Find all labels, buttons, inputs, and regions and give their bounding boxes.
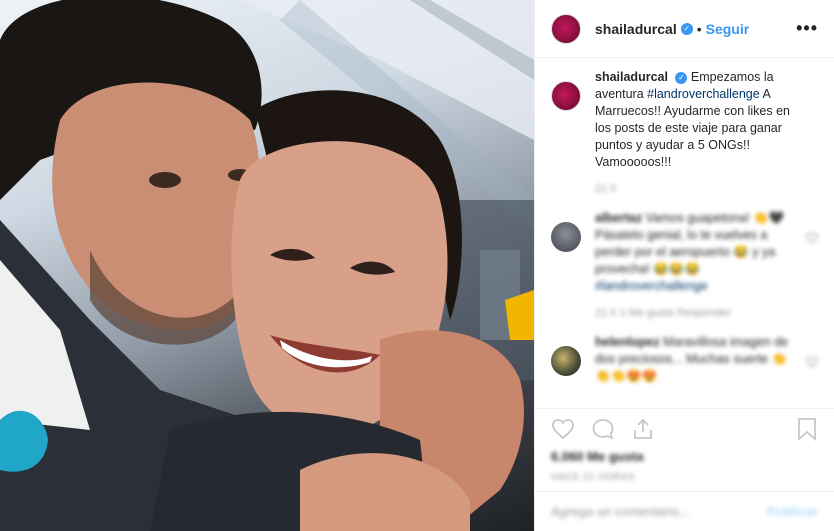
comment-like-icon[interactable]	[806, 356, 818, 368]
post-actions: 6.060 Me gusta HACE 21 HORAS	[535, 408, 834, 483]
action-icons	[551, 409, 818, 449]
comment-item: helenlopez Maravillosa imagen de dos pre…	[551, 334, 818, 385]
comment-hashtag[interactable]: #landroverchallenge	[595, 278, 795, 295]
comment-meta: 21 h 1 Me gusta Responder	[595, 307, 731, 319]
comment-item: albertaz Vamos guapetona! 👏🖤 Pásatelo ge…	[551, 210, 818, 322]
caption: shailadurcal ✓ Empezamos la aventura #la…	[551, 69, 818, 198]
comments-list[interactable]: shailadurcal ✓ Empezamos la aventura #la…	[535, 69, 834, 409]
share-icon[interactable]	[631, 417, 655, 441]
verified-badge-icon: ✓	[675, 71, 688, 84]
comment-input[interactable]	[551, 504, 767, 519]
comment-avatar[interactable]	[551, 346, 581, 376]
post-details-panel: shailadurcal ✓ • Seguir ••• shailadurcal…	[534, 0, 834, 531]
caption-username[interactable]: shailadurcal	[595, 70, 668, 84]
header-username[interactable]: shailadurcal	[595, 21, 677, 37]
profile-avatar[interactable]	[551, 13, 581, 44]
bookmark-icon[interactable]	[796, 417, 818, 441]
more-options-icon[interactable]: •••	[796, 18, 818, 39]
like-icon[interactable]	[551, 417, 575, 441]
comment-icon[interactable]	[591, 417, 615, 441]
verified-badge-icon: ✓	[680, 22, 693, 35]
post-header: shailadurcal ✓ • Seguir •••	[535, 0, 834, 58]
comment-username[interactable]: albertaz	[595, 211, 642, 225]
comment-avatar[interactable]	[551, 222, 581, 252]
comment-like-icon[interactable]	[806, 232, 818, 244]
likes-count[interactable]: 6.060 Me gusta	[551, 449, 818, 464]
post-date: HACE 21 HORAS	[551, 472, 635, 483]
post-photo[interactable]	[0, 0, 534, 531]
header-separator: •	[696, 20, 702, 37]
photo-illustration	[0, 0, 534, 531]
caption-timestamp: 21 h	[595, 183, 617, 195]
add-comment-bar: Publicar	[535, 491, 834, 531]
publish-button[interactable]: Publicar	[767, 504, 818, 519]
comment-username[interactable]: helenlopez	[595, 335, 660, 349]
follow-button[interactable]: Seguir	[706, 21, 750, 37]
caption-hashtag[interactable]: #landroverchallenge	[647, 87, 760, 101]
caption-avatar[interactable]	[551, 81, 581, 111]
